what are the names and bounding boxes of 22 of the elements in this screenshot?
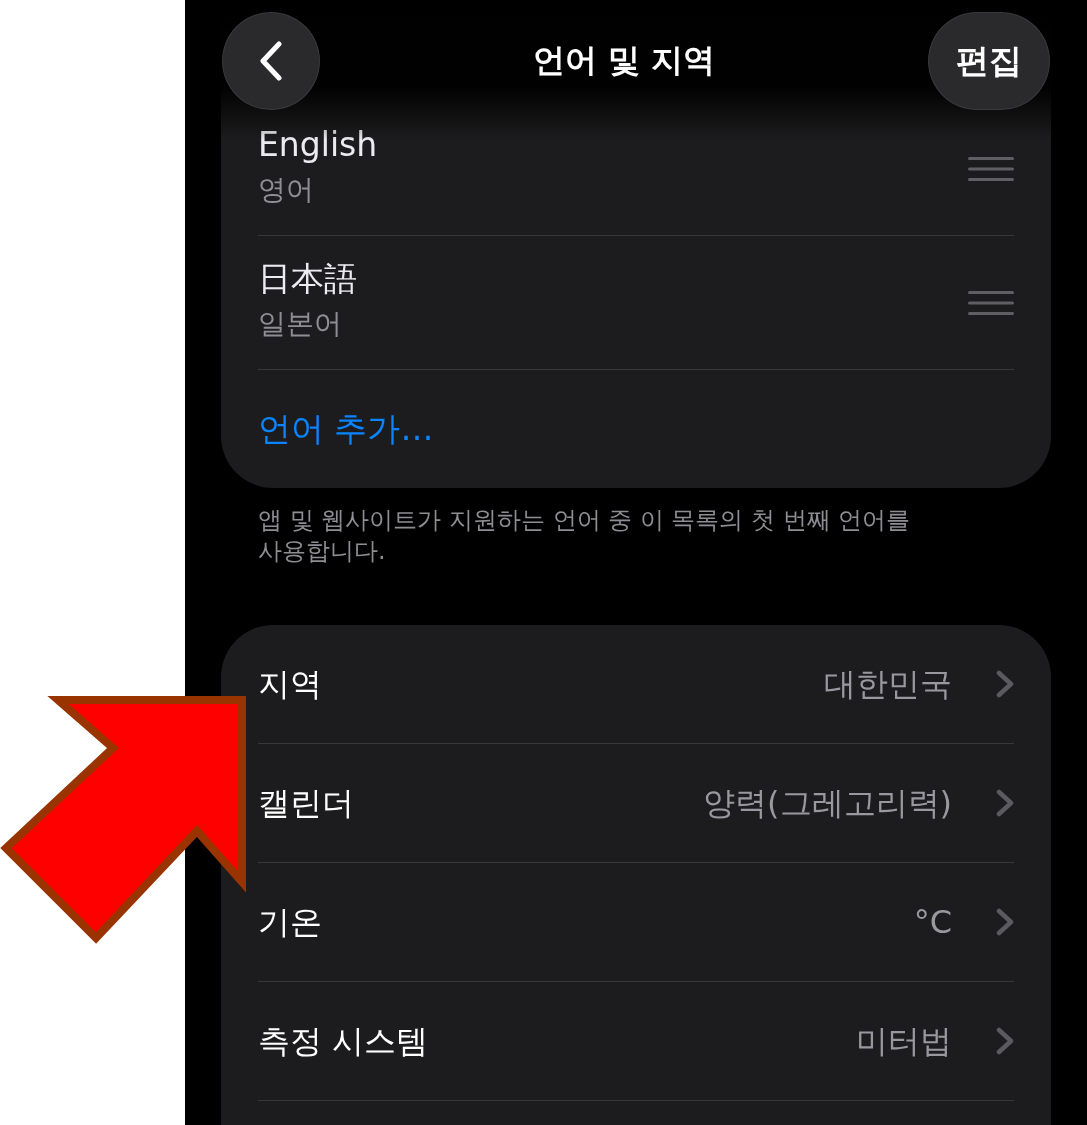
drag-handle-icon[interactable] xyxy=(968,290,1014,315)
add-language-link[interactable]: 언어 추가… xyxy=(258,407,434,451)
language-name[interactable]: English xyxy=(258,124,378,166)
chevron-left-icon xyxy=(260,41,282,81)
setting-label[interactable]: 지역 xyxy=(258,662,322,706)
setting-label[interactable]: 캘린더 xyxy=(258,781,354,825)
chevron-right-icon xyxy=(996,1027,1014,1055)
language-native-name: 일본어 xyxy=(258,306,342,342)
chevron-right-icon xyxy=(996,789,1014,817)
setting-value: °C xyxy=(913,902,952,943)
language-native-name: 영어 xyxy=(258,172,314,208)
setting-label[interactable]: 측정 시스템 xyxy=(258,1019,429,1063)
chevron-right-icon xyxy=(996,670,1014,698)
drag-handle-icon[interactable] xyxy=(968,156,1014,181)
setting-value: 양력(그레고리력) xyxy=(703,783,952,824)
setting-value: 대한민국 xyxy=(824,664,952,705)
language-note: 앱 및 웹사이트가 지원하는 언어 중 이 목록의 첫 번째 언어를 사용합니다. xyxy=(257,505,912,567)
language-name[interactable]: 日本語 xyxy=(258,258,357,300)
chevron-right-icon xyxy=(996,908,1014,936)
screen-title: 언어 및 지역 xyxy=(532,40,716,81)
setting-label[interactable]: 기온 xyxy=(258,900,322,944)
setting-value: 미터법 xyxy=(856,1021,952,1062)
